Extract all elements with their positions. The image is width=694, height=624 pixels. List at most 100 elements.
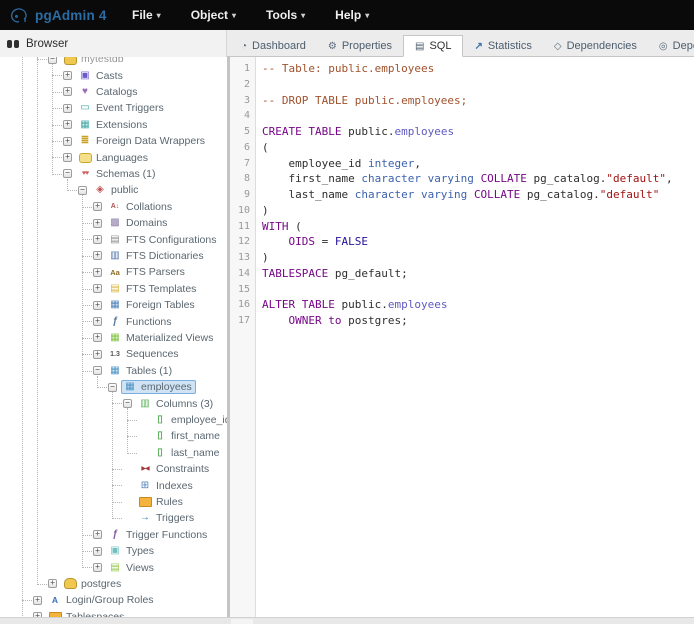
tree-node-content[interactable]: Schemas (1) [76, 167, 160, 181]
collapse-toggle-icon[interactable]: − [93, 366, 102, 375]
expand-toggle-icon[interactable]: + [63, 153, 72, 162]
tree-node-content[interactable]: FTS Templates [106, 282, 200, 296]
tree-node-fts-templates[interactable]: + FTS Templates [0, 281, 227, 297]
tree-node-content[interactable]: Tables (1) [106, 364, 176, 378]
tree-node-content[interactable]: Columns (3) [136, 397, 217, 411]
tree-node-fts-parsers[interactable]: + FTS Parsers [0, 264, 227, 280]
tree-node-content[interactable]: Extensions [76, 118, 151, 132]
tree-node-sequences[interactable]: + Sequences [0, 346, 227, 362]
expand-toggle-icon[interactable]: + [93, 547, 102, 556]
tree-node-content[interactable]: Rules [136, 495, 187, 509]
tree-node-content[interactable]: Languages [76, 151, 152, 165]
expand-toggle-icon[interactable]: + [93, 333, 102, 342]
expand-toggle-icon[interactable]: + [93, 530, 102, 539]
tree-node-collations[interactable]: +Collations [0, 199, 227, 215]
tree-node-content[interactable]: FTS Configurations [106, 233, 220, 247]
tree-node-triggers[interactable]: Triggers [0, 510, 227, 526]
tree-node-event-triggers[interactable]: + Event Triggers [0, 100, 227, 116]
tree-node-content[interactable]: Triggers [136, 511, 198, 525]
tree-node-mytestdb[interactable]: −mytestdb [0, 57, 227, 67]
tree-node-content[interactable]: Casts [76, 69, 127, 83]
expand-toggle-icon[interactable]: + [93, 563, 102, 572]
expand-toggle-icon[interactable]: + [93, 235, 102, 244]
tree-node-content[interactable]: Functions [106, 315, 176, 329]
tree-node-content[interactable]: Constraints [136, 462, 213, 476]
expand-toggle-icon[interactable]: + [93, 251, 102, 260]
tree-node-content[interactable]: employees [121, 380, 196, 394]
tree-node-columns-3[interactable]: −Columns (3) [0, 395, 227, 411]
tree-node-employee-id[interactable]: employee_id [0, 412, 227, 428]
tree-node-content[interactable]: Login/Group Roles [46, 593, 158, 607]
tree-node-content[interactable]: Sequences [106, 347, 183, 361]
tree-node-content[interactable]: first_name [151, 429, 224, 443]
collapse-toggle-icon[interactable]: − [108, 383, 117, 392]
tree-node-trigger-functions[interactable]: + Trigger Functions [0, 527, 227, 543]
tree-node-content[interactable]: Indexes [136, 479, 197, 493]
tree-node-constraints[interactable]: Constraints [0, 461, 227, 477]
tab-properties[interactable]: Properties [317, 35, 403, 57]
tree-node-extensions[interactable]: + Extensions [0, 117, 227, 133]
sql-code-area[interactable]: -- Table: public.employees-- DROP TABLE … [256, 57, 694, 617]
expand-toggle-icon[interactable]: + [63, 104, 72, 113]
tree-node-catalogs[interactable]: + Catalogs [0, 84, 227, 100]
tab-sql[interactable]: SQL [403, 35, 463, 57]
tab-dashboard[interactable]: Dashboard [230, 35, 317, 57]
expand-toggle-icon[interactable]: + [63, 87, 72, 96]
tree-node-public[interactable]: −public [0, 182, 227, 198]
tree-node-rules[interactable]: Rules [0, 494, 227, 510]
tree-node-domains[interactable]: +Domains [0, 215, 227, 231]
tree-node-foreign-tables[interactable]: + Foreign Tables [0, 297, 227, 313]
tree-node-content[interactable]: FTS Dictionaries [106, 249, 208, 263]
expand-toggle-icon[interactable]: + [93, 284, 102, 293]
tree-node-schemas-1[interactable]: −Schemas (1) [0, 166, 227, 182]
tree-node-languages[interactable]: + Languages [0, 149, 227, 165]
tab-dependencies[interactable]: Dependencies [543, 35, 648, 57]
tree-node-content[interactable]: last_name [151, 446, 223, 460]
tree-node-indexes[interactable]: Indexes [0, 477, 227, 493]
expand-toggle-icon[interactable]: + [93, 268, 102, 277]
tree-node-content[interactable]: Trigger Functions [106, 528, 211, 542]
tree-node-content[interactable]: Catalogs [76, 85, 141, 99]
tree-node-fts-configurations[interactable]: + FTS Configurations [0, 231, 227, 247]
tree-node-views[interactable]: + Views [0, 559, 227, 575]
expand-toggle-icon[interactable]: + [48, 579, 57, 588]
expand-toggle-icon[interactable]: + [93, 219, 102, 228]
collapse-toggle-icon[interactable]: − [123, 399, 132, 408]
tree-node-functions[interactable]: + Functions [0, 313, 227, 329]
tree-node-content[interactable]: Event Triggers [76, 101, 168, 115]
collapse-toggle-icon[interactable]: − [78, 186, 87, 195]
tree-node-content[interactable]: Views [106, 561, 158, 575]
expand-toggle-icon[interactable]: + [93, 350, 102, 359]
expand-toggle-icon[interactable]: + [33, 596, 42, 605]
expand-toggle-icon[interactable]: + [93, 317, 102, 326]
tree-node-postgres[interactable]: + postgres [0, 576, 227, 592]
tree-node-first-name[interactable]: first_name [0, 428, 227, 444]
expand-toggle-icon[interactable]: + [93, 202, 102, 211]
tree-node-content[interactable]: FTS Parsers [106, 265, 189, 279]
tree-node-content[interactable]: Materialized Views [106, 331, 217, 345]
tree-node-fts-dictionaries[interactable]: + FTS Dictionaries [0, 248, 227, 264]
menu-object[interactable]: Object▾ [191, 8, 236, 22]
sql-editor[interactable]: 1234567891011121314151617 -- Table: publ… [230, 57, 694, 617]
menu-file[interactable]: File▾ [132, 8, 161, 22]
expand-toggle-icon[interactable]: + [63, 71, 72, 80]
tree-node-tables-1[interactable]: −Tables (1) [0, 363, 227, 379]
tab-dependents[interactable]: Dependents [648, 35, 694, 57]
tree-node-tablespaces[interactable]: +Tablespaces [0, 609, 227, 617]
expand-toggle-icon[interactable]: + [63, 120, 72, 129]
tree-node-employees[interactable]: −employees [0, 379, 227, 395]
tree-node-content[interactable]: Foreign Data Wrappers [76, 134, 209, 148]
menu-tools[interactable]: Tools▾ [266, 8, 305, 22]
collapse-toggle-icon[interactable]: − [63, 169, 72, 178]
expand-toggle-icon[interactable]: + [63, 137, 72, 146]
tree-node-content[interactable]: Foreign Tables [106, 298, 199, 312]
tab-statistics[interactable]: Statistics [463, 35, 542, 57]
tree-node-content[interactable]: postgres [61, 577, 125, 591]
horizontal-scrollbar[interactable] [0, 617, 694, 624]
tree-node-content[interactable]: mytestdb [61, 57, 128, 66]
collapse-toggle-icon[interactable]: − [48, 57, 57, 64]
expand-toggle-icon[interactable]: + [93, 301, 102, 310]
menu-help[interactable]: Help▾ [335, 8, 369, 22]
tree-node-last-name[interactable]: last_name [0, 445, 227, 461]
tree-node-casts[interactable]: + Casts [0, 67, 227, 83]
